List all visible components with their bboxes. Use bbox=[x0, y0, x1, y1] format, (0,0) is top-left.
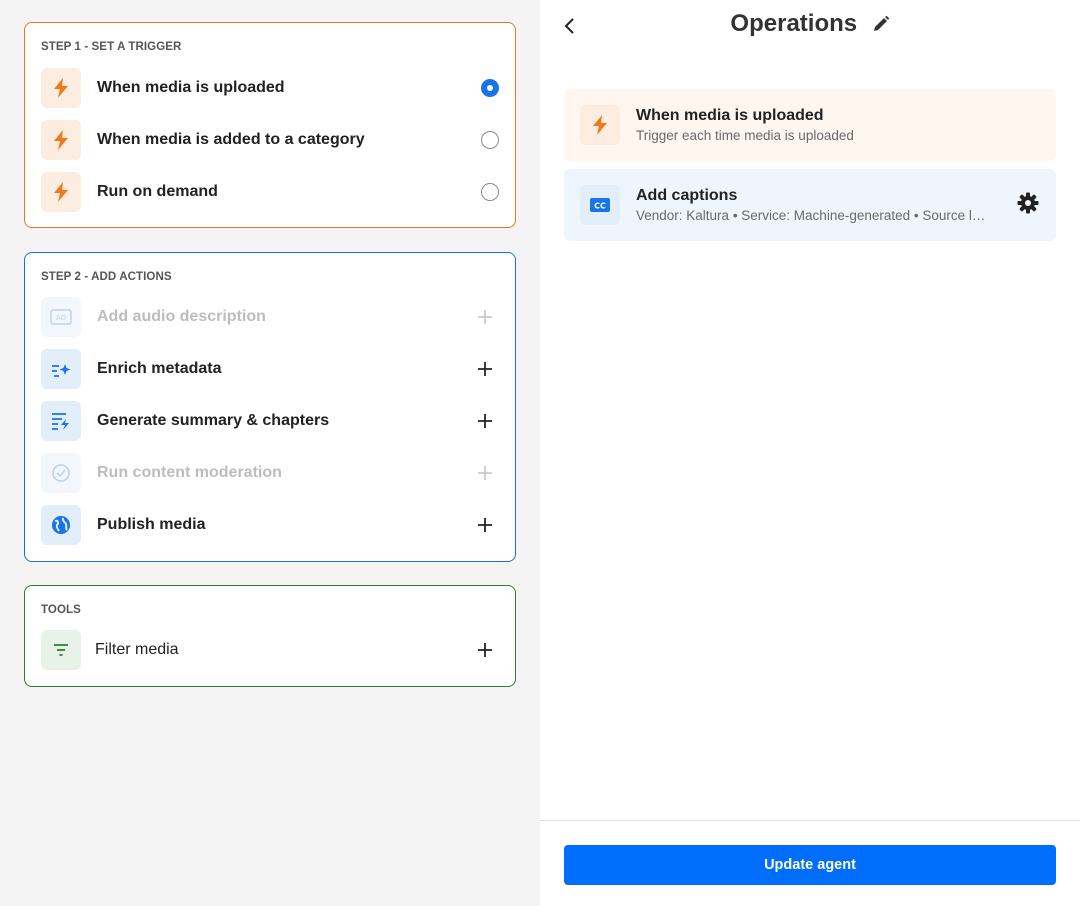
globe-icon bbox=[41, 505, 81, 545]
lightning-icon bbox=[41, 68, 81, 108]
action-publish-media[interactable]: Publish media bbox=[41, 505, 499, 545]
operation-action-card[interactable]: CC Add captions Vendor: Kaltura • Servic… bbox=[564, 169, 1056, 241]
operation-card-subtitle: Vendor: Kaltura • Service: Machine-gener… bbox=[636, 208, 986, 223]
trigger-radio-selected[interactable] bbox=[481, 79, 499, 97]
trigger-radio[interactable] bbox=[481, 183, 499, 201]
trigger-option-added-to-category[interactable]: When media is added to a category bbox=[41, 120, 499, 160]
operation-card-title: When media is uploaded bbox=[636, 107, 824, 124]
pencil-icon[interactable] bbox=[872, 15, 890, 33]
trigger-option-label: Run on demand bbox=[97, 183, 218, 200]
filter-icon bbox=[41, 630, 81, 670]
trigger-option-run-on-demand[interactable]: Run on demand bbox=[41, 172, 499, 212]
tools-panel-title: TOOLS bbox=[41, 604, 81, 616]
cc-icon: CC bbox=[580, 185, 620, 225]
action-label: Publish media bbox=[97, 516, 206, 533]
add-plus-icon-disabled bbox=[475, 307, 495, 327]
action-generate-summary-chapters[interactable]: Generate summary & chapters bbox=[41, 401, 499, 441]
summary-lightning-icon bbox=[41, 401, 81, 441]
footer-divider bbox=[540, 820, 1080, 821]
lightning-icon bbox=[580, 105, 620, 145]
lightning-icon bbox=[41, 120, 81, 160]
trigger-option-label: When media is added to a category bbox=[97, 131, 365, 148]
actions-panel-title: STEP 2 - ADD ACTIONS bbox=[41, 271, 172, 283]
svg-text:CC: CC bbox=[594, 202, 606, 211]
tool-filter-media[interactable]: Filter media bbox=[41, 630, 499, 670]
add-plus-icon[interactable] bbox=[475, 640, 495, 660]
gear-icon[interactable] bbox=[1016, 191, 1040, 215]
audio-description-icon: AD bbox=[41, 297, 81, 337]
lightning-icon bbox=[41, 172, 81, 212]
check-circle-icon bbox=[41, 453, 81, 493]
action-enrich-metadata[interactable]: Enrich metadata bbox=[41, 349, 499, 389]
add-plus-icon[interactable] bbox=[475, 359, 495, 379]
operations-panel: Operations When media is uploaded Trigge… bbox=[540, 0, 1080, 906]
action-label: Generate summary & chapters bbox=[97, 412, 330, 429]
update-agent-button[interactable]: Update agent bbox=[564, 845, 1056, 885]
add-plus-icon[interactable] bbox=[475, 515, 495, 535]
operations-header: Operations bbox=[540, 10, 1080, 38]
trigger-option-media-uploaded[interactable]: When media is uploaded bbox=[41, 68, 499, 108]
operation-card-texts: When media is uploaded Trigger each time… bbox=[636, 107, 986, 143]
svg-text:AD: AD bbox=[56, 314, 66, 322]
action-run-content-moderation: Run content moderation bbox=[41, 453, 499, 493]
action-label: Add audio description bbox=[97, 308, 266, 325]
action-add-audio-description: AD Add audio description bbox=[41, 297, 499, 337]
action-label: Run content moderation bbox=[97, 464, 282, 481]
operation-card-texts: Add captions Vendor: Kaltura • Service: … bbox=[636, 187, 986, 223]
trigger-radio[interactable] bbox=[481, 131, 499, 149]
trigger-panel: STEP 1 - SET A TRIGGER When media is upl… bbox=[24, 22, 516, 228]
operation-trigger-card[interactable]: When media is uploaded Trigger each time… bbox=[564, 89, 1056, 161]
tools-panel: TOOLS Filter media bbox=[24, 585, 516, 687]
trigger-option-label: When media is uploaded bbox=[97, 79, 285, 96]
operation-card-title: Add captions bbox=[636, 187, 738, 204]
action-label: Enrich metadata bbox=[97, 360, 222, 377]
tool-label: Filter media bbox=[95, 641, 179, 658]
add-plus-icon-disabled bbox=[475, 463, 495, 483]
sparkle-metadata-icon bbox=[41, 349, 81, 389]
trigger-panel-title: STEP 1 - SET A TRIGGER bbox=[41, 41, 182, 53]
add-plus-icon[interactable] bbox=[475, 411, 495, 431]
page-title: Operations bbox=[730, 10, 858, 37]
actions-panel: STEP 2 - ADD ACTIONS AD Add audio descri… bbox=[24, 252, 516, 562]
operation-card-subtitle: Trigger each time media is uploaded bbox=[636, 128, 854, 143]
left-panel: STEP 1 - SET A TRIGGER When media is upl… bbox=[0, 0, 540, 906]
